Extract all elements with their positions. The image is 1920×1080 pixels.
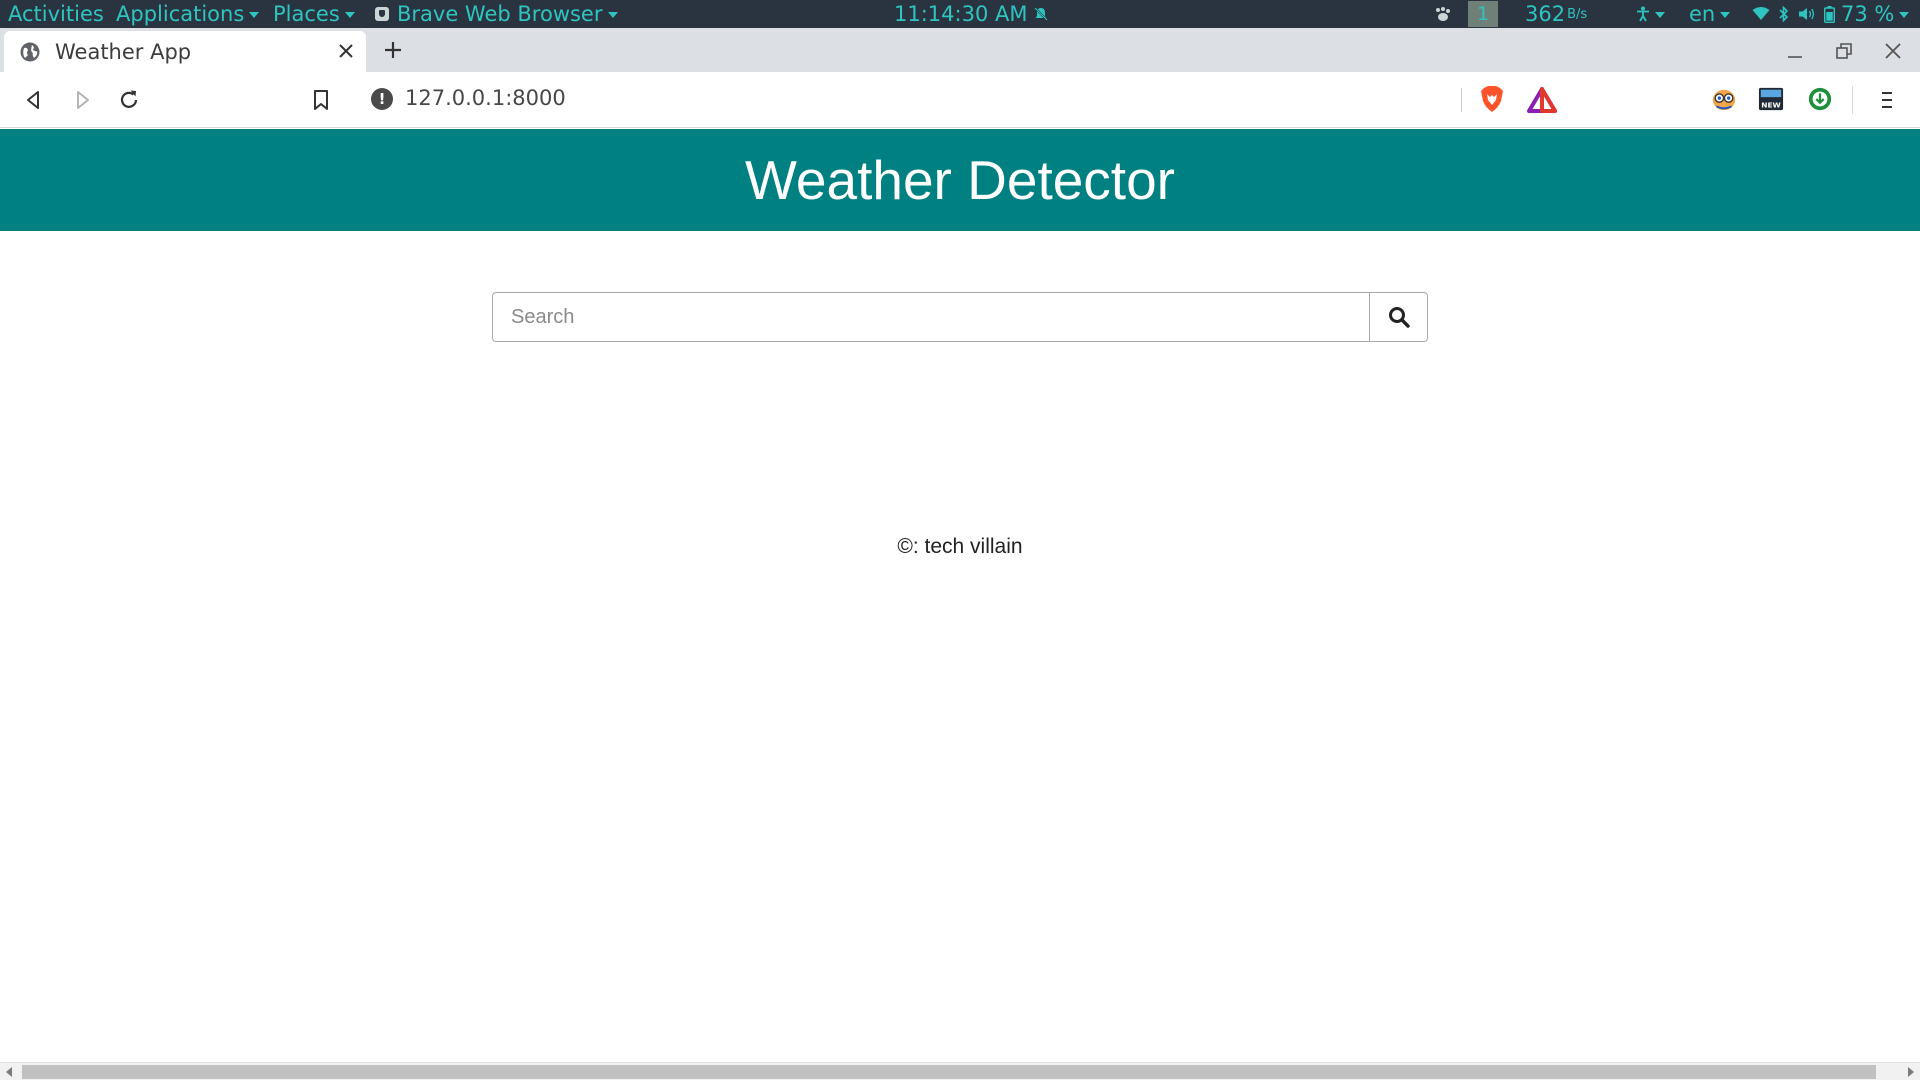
horizontal-scrollbar[interactable] (0, 1062, 1920, 1080)
places-menu[interactable]: Places (273, 0, 355, 28)
search-icon (1388, 307, 1410, 328)
keyboard-layout-label: en (1689, 2, 1716, 26)
bluetooth-icon (1779, 6, 1789, 22)
net-speed-indicator[interactable]: 362 B/s (1525, 0, 1587, 28)
reload-button[interactable] (116, 87, 142, 113)
brave-app-icon (375, 7, 389, 21)
search-button[interactable] (1369, 292, 1428, 342)
scroll-right-arrow-icon[interactable] (1908, 1067, 1914, 1077)
volume-icon (1799, 8, 1815, 20)
chevron-down-icon (607, 12, 618, 18)
toolbar-divider (1852, 86, 1853, 114)
chevron-down-icon (1655, 12, 1665, 18)
battery-icon (1824, 5, 1835, 23)
chevron-down-icon (344, 12, 355, 18)
back-button[interactable] (21, 87, 47, 113)
menu-icon[interactable] (1874, 87, 1900, 113)
workspace-number: 1 (1476, 3, 1490, 25)
keyboard-layout-menu[interactable]: en (1689, 0, 1731, 28)
net-speed-value: 362 (1525, 2, 1566, 26)
web-page: Weather Detector ©: tech villain (0, 129, 1920, 1062)
url-text[interactable]: 127.0.0.1:8000 (405, 86, 566, 110)
copyright-text: ©: tech villain (897, 535, 1023, 558)
activities-label: Activities (8, 2, 104, 26)
page-title: Weather Detector (744, 149, 1175, 211)
brave-rewards-icon[interactable] (1527, 87, 1557, 113)
tab-title: Weather App (55, 40, 192, 64)
chevron-down-icon (249, 12, 260, 18)
extension-owl-icon[interactable] (1711, 86, 1737, 112)
site-info-icon[interactable]: ! (371, 88, 393, 110)
scroll-left-arrow-icon[interactable] (6, 1067, 12, 1077)
forward-button[interactable] (69, 87, 95, 113)
address-bar-divider (1461, 88, 1462, 112)
new-tab-button[interactable] (382, 39, 404, 61)
net-speed-unit: B/s (1567, 6, 1588, 22)
page-footer: ©: tech villain (0, 535, 1920, 559)
minimize-button[interactable] (1784, 40, 1806, 62)
scrollbar-thumb[interactable] (22, 1065, 1876, 1079)
search-input[interactable] (492, 292, 1369, 342)
tab-strip: Weather App (0, 28, 1920, 72)
clock-label: 11:14:30 AM (894, 2, 1028, 26)
close-icon[interactable] (338, 43, 354, 59)
browser-tab[interactable]: Weather App (4, 31, 366, 72)
browser-toolbar: ! 127.0.0.1:8000 NEW (0, 72, 1920, 128)
system-status-menu[interactable]: 73 % (1752, 0, 1910, 28)
applications-label: Applications (116, 2, 245, 26)
search-form (492, 292, 1428, 342)
workspace-indicator[interactable]: 1 (1468, 1, 1498, 27)
wifi-icon (1752, 7, 1770, 20)
address-bar[interactable]: ! 127.0.0.1:8000 (355, 78, 1569, 120)
svg-text:NEW: NEW (1761, 100, 1780, 109)
extension-news-icon[interactable]: NEW (1758, 86, 1784, 112)
restore-button[interactable] (1833, 40, 1855, 62)
notifications-muted-icon (1034, 7, 1049, 21)
chevron-down-icon (1720, 12, 1731, 18)
extension-download-icon[interactable] (1807, 86, 1833, 112)
applications-menu[interactable]: Applications (116, 0, 260, 28)
bookmark-icon[interactable] (308, 87, 334, 113)
close-window-button[interactable] (1882, 40, 1904, 62)
clock[interactable]: 11:14:30 AM (894, 0, 1049, 28)
places-label: Places (273, 2, 340, 26)
globe-icon (20, 42, 40, 62)
app-menu[interactable]: Brave Web Browser (375, 0, 618, 28)
paw-icon (1436, 7, 1450, 21)
pets-indicator[interactable] (1434, 0, 1452, 28)
system-top-bar: Activities Applications Places Brave Web… (0, 0, 1920, 28)
chevron-down-icon (1899, 12, 1910, 18)
battery-percent: 73 % (1841, 2, 1895, 26)
app-menu-label: Brave Web Browser (397, 2, 603, 26)
accessibility-icon (1637, 6, 1649, 22)
activities-button[interactable]: Activities (8, 0, 104, 28)
accessibility-menu[interactable] (1636, 0, 1665, 28)
brave-shields-icon[interactable] (1479, 85, 1505, 113)
site-header: Weather Detector (0, 129, 1920, 231)
